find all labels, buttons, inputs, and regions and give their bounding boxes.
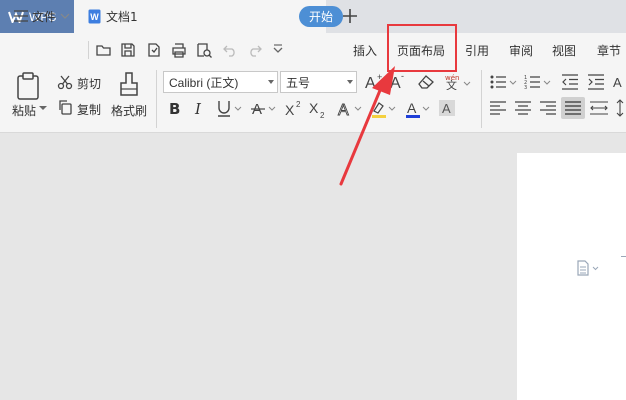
clear-formatting-eraser-icon[interactable] [417,73,435,89]
decrease-font-size-icon[interactable]: A - [389,72,409,90]
superscript-button[interactable]: X 2 [283,99,305,119]
justify-icon [565,101,581,115]
separator [481,70,482,128]
paste-label[interactable]: 粘贴 [12,102,36,119]
svg-text:-: - [401,72,404,81]
align-left-icon[interactable] [490,101,506,115]
svg-text:A: A [407,100,417,116]
strikethrough-button[interactable]: A [250,99,278,119]
svg-text:W: W [90,12,99,22]
chevron-down-icon [347,80,353,84]
line-spacing-icon[interactable] [616,99,626,117]
file-menu-label: 文件 [32,9,57,24]
tab-references[interactable]: 引用 [465,42,489,59]
separator [156,70,157,128]
tab-start[interactable]: 开始 [299,6,343,27]
undo-icon[interactable] [221,41,239,59]
distributed-align-icon[interactable] [590,101,608,115]
svg-text:2: 2 [296,100,301,109]
save-icon[interactable] [119,41,137,59]
hamburger-icon [14,10,28,22]
text-direction-icon[interactable]: A [613,74,626,90]
font-family-value: Calibri (正文) [169,75,239,90]
print-preview-icon[interactable] [195,41,213,59]
cut-label[interactable]: 剪切 [77,75,101,92]
svg-text:A: A [390,75,401,90]
export-pdf-icon[interactable] [145,41,163,59]
chevron-down-icon [60,13,70,19]
open-folder-icon[interactable] [95,41,113,59]
tab-review[interactable]: 审阅 [509,42,533,59]
svg-text:3: 3 [524,85,527,90]
format-painter-label[interactable]: 格式刷 [111,102,147,119]
paste-dropdown-icon[interactable] [39,106,47,111]
text-effect-button[interactable]: A [336,99,364,119]
new-tab-plus-icon[interactable] [340,6,360,26]
align-right-icon[interactable] [540,101,556,115]
svg-text:X: X [309,100,319,116]
format-painter-icon[interactable] [117,71,141,99]
tab-insert[interactable]: 插入 [353,42,377,59]
copy-label[interactable]: 复制 [77,101,101,118]
svg-text:文: 文 [446,78,457,90]
word-document-icon: W [88,9,101,24]
quick-access-dropdown-icon[interactable] [272,44,284,56]
font-color-button[interactable]: A [404,99,432,119]
tab-view[interactable]: 视图 [552,42,576,59]
copy-icon[interactable] [57,99,73,115]
bullet-list-icon[interactable] [490,74,518,90]
justify-button-active[interactable] [561,97,585,119]
character-shading-button[interactable]: A [438,99,456,117]
align-center-icon[interactable] [515,101,531,115]
file-menu-button[interactable]: 文件 [14,6,70,26]
svg-text:A: A [442,101,451,116]
italic-button[interactable]: I [195,100,201,118]
tab-chapter[interactable]: 章节 [597,42,621,59]
print-icon[interactable] [170,41,188,59]
svg-text:X: X [285,102,295,118]
paragraph-options-icon[interactable] [576,260,602,276]
document-tab-title: 文档1 [106,10,138,24]
page-layout-highlight-box [387,24,457,72]
document-tab[interactable]: W 文档1 [74,0,326,33]
increase-indent-icon[interactable] [587,74,605,90]
separator [88,41,89,59]
svg-text:+: + [377,72,382,82]
document-page[interactable] [517,153,626,400]
phonetic-guide-icon[interactable]: wén 文 [444,72,472,90]
paste-icon[interactable] [14,71,42,101]
underline-button[interactable] [216,99,244,119]
svg-text:A: A [613,75,622,90]
redo-icon[interactable] [246,41,264,59]
page-margin-mark [621,256,626,257]
decrease-indent-icon[interactable] [561,74,579,90]
svg-text:A: A [338,102,349,119]
scissors-icon[interactable] [57,74,73,90]
font-size-value: 五号 [286,75,311,90]
font-family-select[interactable]: Calibri (正文) [163,71,278,93]
chevron-down-icon [268,80,274,84]
highlight-color-button[interactable] [370,99,398,119]
svg-text:A: A [365,75,376,90]
bold-button[interactable]: B [169,100,180,118]
font-size-select[interactable]: 五号 [280,71,357,93]
increase-font-size-icon[interactable]: A + [364,72,386,90]
subscript-button[interactable]: X 2 [307,99,329,119]
svg-text:2: 2 [320,111,325,119]
numbered-list-icon[interactable]: 123 [524,74,552,90]
